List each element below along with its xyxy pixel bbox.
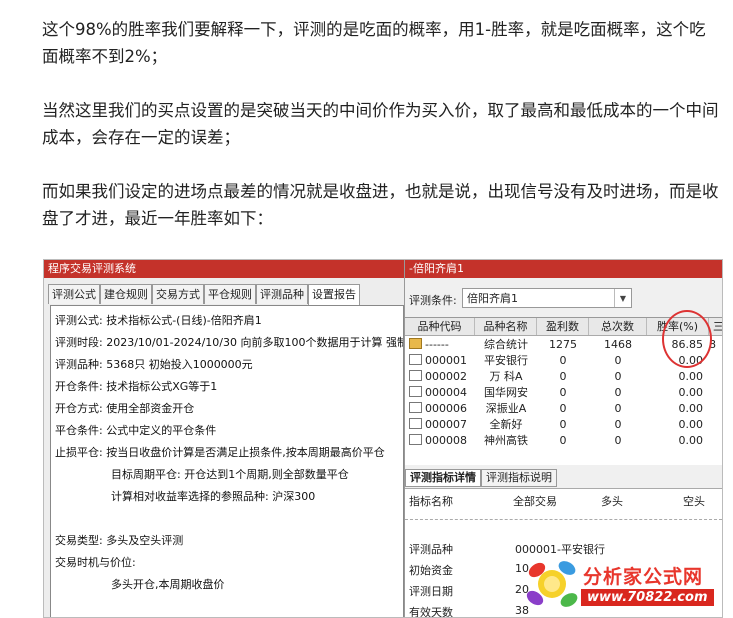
row-total: 0 [614,418,622,431]
table-row[interactable]: 000007 全新好 0 0 0.00 [405,417,722,433]
row-wins: 0 [559,418,567,431]
row-total: 0 [614,386,622,399]
detail-tabs: 评测指标详情 评测指标说明 [405,469,557,487]
row-name: 万 科A [489,370,523,383]
report-line: 开仓方式: 使用全部资金开仓 [55,402,195,415]
row-code: 000002 [425,370,467,383]
report-line: 开仓条件: 技术指标公式XG等于1 [55,380,218,393]
report-line: 评测时段: 2023/10/01-2024/10/30 向前多取100个数据用于… [55,336,404,349]
report-line: 评测公式: 技术指标公式-(日线)-倍阳齐肩1 [55,314,262,327]
report-line: 计算相对收益率选择的参照品种: 沪深300 [111,490,316,503]
folder-icon [409,338,422,349]
tab-indicator-detail[interactable]: 评测指标详情 [405,469,481,487]
folder-icon [409,402,422,413]
row-rate: 0.00 [678,402,704,415]
report-textarea[interactable]: 评测公式: 技术指标公式-(日线)-倍阳齐肩1 评测时段: 2023/10/01… [50,305,404,617]
left-window-title: 程序交易评测系统 [44,260,404,278]
condition-select[interactable]: 倍阳齐肩1 ▼ [462,288,632,308]
detail-head-long: 多头 [601,495,623,508]
table-row[interactable]: 000004 国华网安 0 0 0.00 [405,385,722,401]
row-name: 全新好 [489,418,523,431]
report-line: 止损平仓: 按当日收盘价计算是否满足止损条件,按本周期最高价平仓 [55,446,385,459]
row-code: 000007 [425,418,467,431]
paragraph-2: 当然这里我们的买点设置的是突破当天的中间价作为买入价，取了最高和最低成本的一个中… [42,101,719,147]
tab-trade-mode[interactable]: 交易方式 [152,284,204,304]
col-wins[interactable]: 盈利数 [537,318,589,335]
tab-formula[interactable]: 评测公式 [48,284,100,304]
logo-name: 分析家公式网 [583,566,704,588]
paragraph-1: 这个98%的胜率我们要解释一下，评测的是吃面的概率，用1-胜率，就是吃面概率，这… [42,20,706,66]
row-total: 0 [614,354,622,367]
tab-symbols[interactable]: 评测品种 [256,284,308,304]
right-window-title: -倍阳齐肩1 [405,260,722,278]
tab-open-rule[interactable]: 建仓规则 [100,284,152,304]
detail-label: 初始资金 [409,564,453,577]
highlight-circle [662,310,712,368]
row-code: 000004 [425,386,467,399]
detail-head-all: 全部交易 [513,495,557,508]
row-rate: 0.00 [678,370,704,383]
report-line: 交易时机与价位: [55,556,136,569]
condition-label: 评测条件: [409,294,457,307]
row-name: 平安银行 [484,354,528,367]
row-total: 0 [614,402,622,415]
row-wins: 0 [559,354,567,367]
condition-value: 倍阳齐肩1 [467,292,518,305]
row-rate: 0.00 [678,418,704,431]
report-line: 平仓条件: 公式中定义的平仓条件 [55,424,217,437]
chevron-down-icon[interactable]: ▼ [614,289,631,307]
row-name: 神州高铁 [484,434,528,447]
row-total: 0 [614,434,622,447]
tab-report[interactable]: 设置报告 [308,284,360,305]
row-name: 国华网安 [484,386,528,399]
divider [405,519,722,520]
row-code: 000006 [425,402,467,415]
table-row[interactable]: 000002 万 科A 0 0 0.00 [405,369,722,385]
row-name: 深振业A [485,402,527,415]
report-line: 交易类型: 多头及空头评测 [55,534,184,547]
starburst-logo-icon [526,561,578,607]
detail-label: 评测品种 [409,543,453,556]
row-wins: 1275 [549,338,577,351]
row-total: 0 [614,370,622,383]
report-line: 评测品种: 5368只 初始投入1000000元 [55,358,253,371]
paragraph-3: 而如果我们设定的进场点最差的情况就是收盘进，也就是说，出现信号没有及时进场，而是… [42,182,719,228]
folder-icon [409,370,422,381]
site-logo: 分析家公式网 www.70822.com [523,556,723,612]
report-line: 目标周期平仓: 开仓达到1个周期,则全部数量平仓 [111,468,349,481]
detail-head-name: 指标名称 [409,495,453,508]
tab-indicator-help[interactable]: 评测指标说明 [481,469,557,487]
detail-value: 000001-平安银行 [515,543,605,556]
col-code[interactable]: 品种代码 [405,318,475,335]
folder-icon [409,386,422,397]
row-code: ------ [425,338,449,351]
row-total: 1468 [604,338,632,351]
left-tabs: 评测公式 建仓规则 交易方式 平仓规则 评测品种 设置报告 [48,284,360,305]
col-total[interactable]: 总次数 [589,318,647,335]
col-name[interactable]: 品种名称 [475,318,537,335]
folder-icon [409,418,422,429]
row-wins: 0 [559,402,567,415]
report-line: 多头开仓,本周期收盘价 [111,578,225,591]
detail-head-short: 空头 [683,495,705,508]
row-code: 000001 [425,354,467,367]
detail-label: 评测日期 [409,585,453,598]
table-row[interactable]: 000008 神州高铁 0 0 0.00 [405,433,722,449]
logo-url: www.70822.com [581,589,714,606]
row-name: 综合统计 [484,338,528,351]
row-rate: 0.00 [678,434,704,447]
row-wins: 0 [559,434,567,447]
folder-icon [409,434,422,445]
tab-close-rule[interactable]: 平仓规则 [204,284,256,304]
row-rate: 0.00 [678,386,704,399]
row-code: 000008 [425,434,467,447]
row-wins: 0 [559,370,567,383]
row-wins: 0 [559,386,567,399]
table-row[interactable]: 000006 深振业A 0 0 0.00 [405,401,722,417]
evaluation-system-window: 程序交易评测系统 评测公式 建仓规则 交易方式 平仓规则 评测品种 设置报告 评… [44,260,405,617]
folder-icon [409,354,422,365]
